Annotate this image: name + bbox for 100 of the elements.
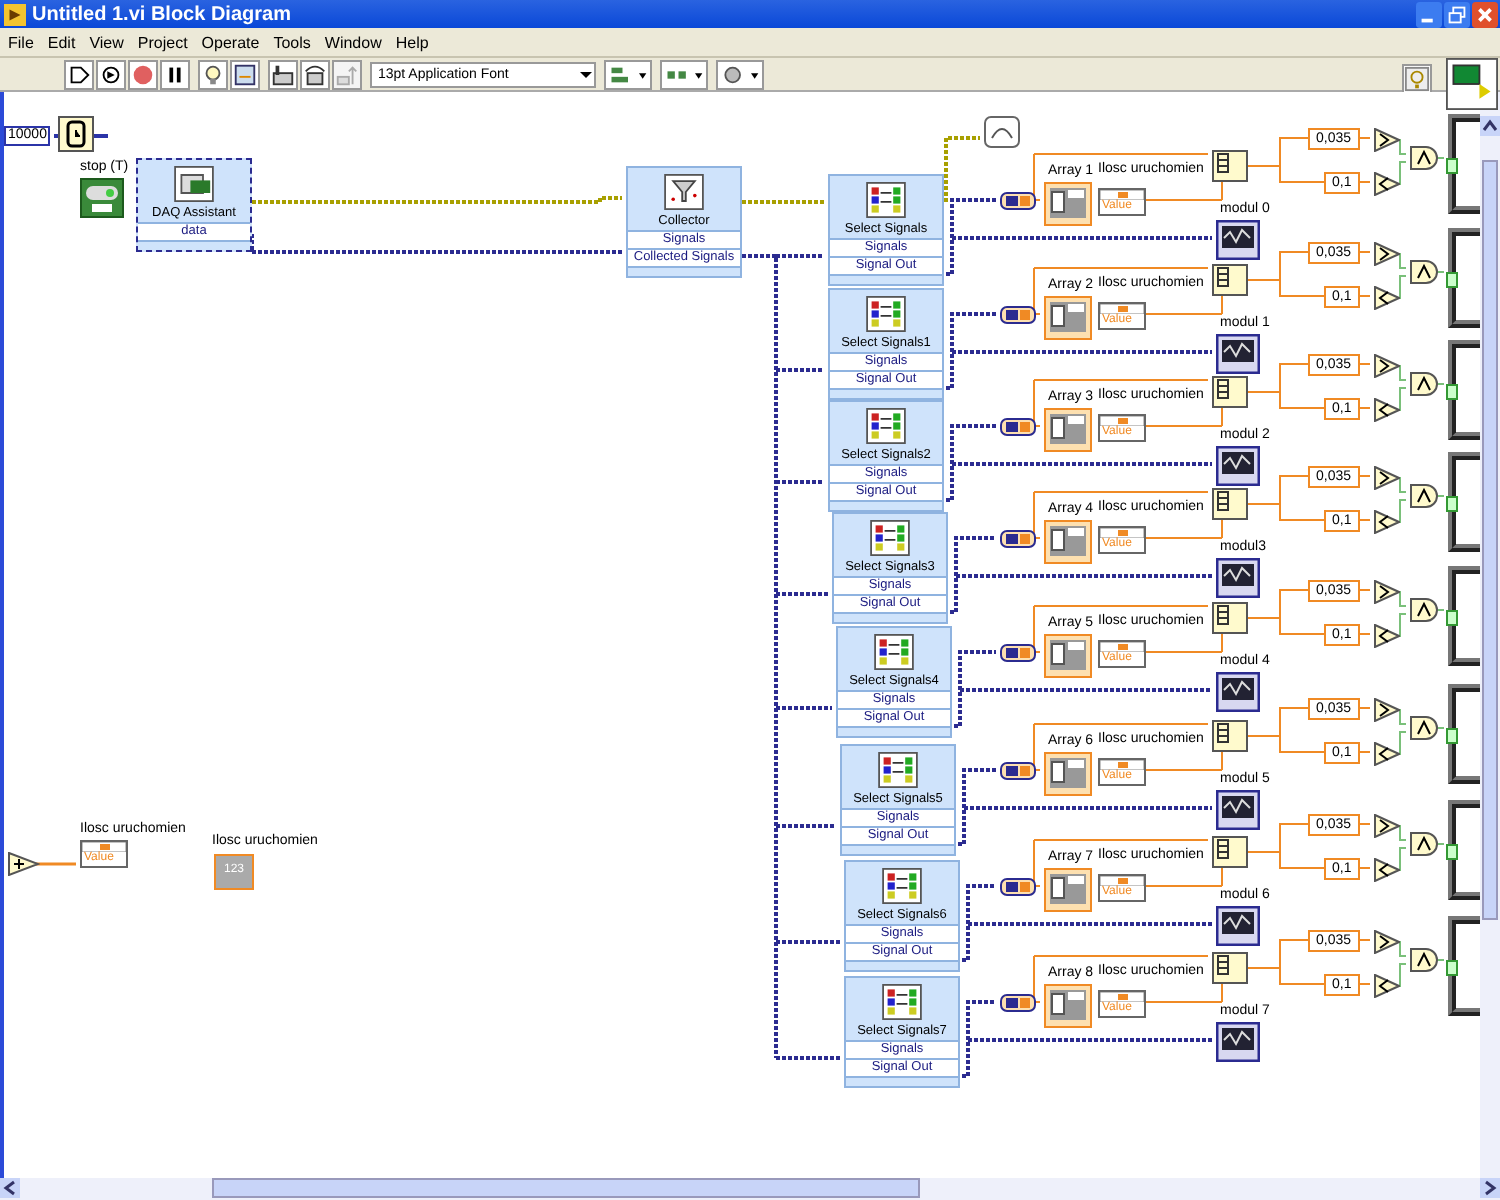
and-gate-icon <box>1410 372 1440 396</box>
scroll-up-icon[interactable] <box>1480 116 1500 136</box>
waveform-graph-terminal <box>1216 220 1260 260</box>
select-signals-icon <box>878 752 918 788</box>
highlight-bulb-icon[interactable] <box>198 59 228 89</box>
build-array-icon <box>1212 952 1248 984</box>
convert-dynamic-data-icon <box>1000 306 1036 324</box>
wire <box>1393 731 1407 755</box>
wire <box>1393 139 1407 155</box>
less-than-icon <box>1374 974 1400 998</box>
and-gate-icon <box>1410 146 1440 170</box>
stop-button-terminal <box>80 178 124 218</box>
less-than-icon <box>1374 286 1400 310</box>
build-array-icon <box>1212 836 1248 868</box>
menu-item[interactable]: View <box>89 33 124 51</box>
vi-icon <box>4 3 26 25</box>
wire <box>1393 591 1407 607</box>
menu-item[interactable]: Project <box>137 33 188 51</box>
greater-than-icon <box>1374 930 1400 954</box>
wire <box>1393 387 1407 411</box>
scrollbar-thumb[interactable] <box>1482 160 1498 920</box>
run-continuously-icon[interactable] <box>96 59 126 89</box>
convert-dynamic-data-icon <box>1000 644 1036 662</box>
convert-dynamic-data-icon <box>1000 762 1036 780</box>
reorder-icon[interactable] <box>716 59 764 89</box>
convert-dynamic-data-icon <box>1000 530 1036 548</box>
selector-terminal-icon <box>1446 272 1458 288</box>
select-signals-icon <box>882 868 922 904</box>
build-array-icon <box>1212 376 1248 408</box>
build-array-icon <box>1212 488 1248 520</box>
build-array-icon <box>1212 150 1248 182</box>
help-icon[interactable] <box>1402 63 1432 93</box>
selector-terminal-icon <box>1446 960 1458 976</box>
minimize-button[interactable] <box>1416 1 1442 27</box>
and-gate-icon <box>1410 832 1440 856</box>
greater-than-icon <box>1374 814 1400 838</box>
greater-than-icon <box>1374 466 1400 490</box>
distribute-objects-icon[interactable] <box>660 59 708 89</box>
greater-than-icon <box>1374 354 1400 378</box>
caret-icon <box>578 66 594 82</box>
wire <box>1393 365 1407 381</box>
scroll-left-icon[interactable] <box>0 1178 20 1198</box>
build-array-icon <box>1212 602 1248 634</box>
waveform-graph-terminal <box>1216 1022 1260 1062</box>
less-than-icon <box>1374 742 1400 766</box>
error-icon <box>984 116 1020 148</box>
wire <box>36 862 76 866</box>
less-than-icon <box>1374 858 1400 882</box>
select-signals-icon <box>874 634 914 670</box>
step-over-icon[interactable] <box>300 59 330 89</box>
menu-item[interactable]: Operate <box>201 33 260 51</box>
convert-dynamic-data-icon <box>1000 192 1036 210</box>
collector-icon <box>664 174 704 210</box>
less-than-icon <box>1374 510 1400 534</box>
wire <box>1393 477 1407 493</box>
menu-item[interactable]: File <box>8 33 34 51</box>
array-indicator-icon <box>1044 984 1092 1028</box>
wire <box>1393 963 1407 987</box>
menu-item[interactable]: Help <box>395 33 429 51</box>
daq-card-icon <box>174 166 214 202</box>
wire <box>1393 161 1407 185</box>
align-objects-icon[interactable] <box>604 59 652 89</box>
greater-than-icon <box>1374 698 1400 722</box>
wire <box>1393 499 1407 523</box>
menu-item[interactable]: Tools <box>273 33 311 51</box>
select-signals-icon <box>866 182 906 218</box>
less-than-icon <box>1374 172 1400 196</box>
scrollbar-thumb[interactable] <box>212 1178 920 1198</box>
wire <box>1393 709 1407 725</box>
build-array-icon <box>1212 720 1248 752</box>
wire <box>1393 253 1407 269</box>
restore-button[interactable] <box>1444 1 1470 27</box>
retain-values-icon[interactable] <box>230 59 260 89</box>
select-signals-icon <box>866 296 906 332</box>
menu-item[interactable]: Window <box>324 33 382 51</box>
wire <box>1393 275 1407 299</box>
wire <box>1393 847 1407 871</box>
select-signals-icon <box>866 408 906 444</box>
run-icon[interactable] <box>64 59 94 89</box>
select-signals-icon <box>870 520 910 556</box>
scroll-right-icon[interactable] <box>1480 1178 1500 1198</box>
selector-terminal-icon <box>1446 158 1458 174</box>
vi-connector-icon[interactable] <box>1446 58 1498 110</box>
selector-terminal-icon <box>1446 844 1458 860</box>
pause-icon[interactable] <box>160 59 190 89</box>
wait-timer-icon <box>58 116 94 152</box>
wire <box>1393 825 1407 841</box>
and-gate-icon <box>1410 716 1440 740</box>
step-into-icon[interactable] <box>268 59 298 89</box>
array-indicator-icon <box>1044 520 1092 564</box>
array-indicator-icon <box>1044 408 1092 452</box>
waveform-graph-terminal <box>1216 334 1260 374</box>
selector-terminal-icon <box>1446 384 1458 400</box>
wire <box>1393 941 1407 957</box>
close-button[interactable] <box>1472 1 1498 27</box>
convert-dynamic-data-icon <box>1000 878 1036 896</box>
and-gate-icon <box>1410 948 1440 972</box>
menu-item[interactable]: Edit <box>47 33 76 51</box>
convert-dynamic-data-icon <box>1000 418 1036 436</box>
and-gate-icon <box>1410 484 1440 508</box>
